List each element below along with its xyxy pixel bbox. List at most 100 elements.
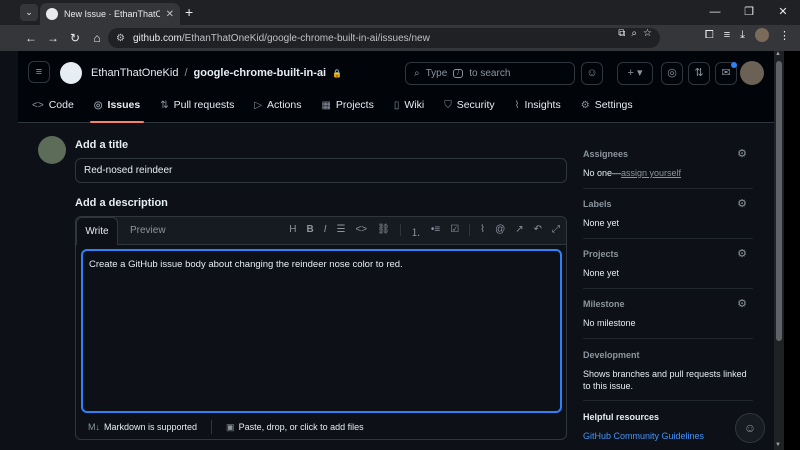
tab-security[interactable]: ⛉ Security — [444, 96, 494, 114]
resources-heading: Helpful resources — [583, 412, 660, 422]
bold-icon[interactable]: B — [306, 224, 313, 239]
pull-request-icon: ⇅ — [160, 99, 169, 111]
bookmark-star-icon[interactable]: ☆ — [643, 28, 652, 39]
repo-nav: <> Code ◎ Issues ⇅ Pull requests ▷ Actions ▦… — [32, 96, 633, 123]
toolbar-divider — [399, 224, 401, 236]
issue-icon: ◎ — [93, 99, 103, 111]
markdown-supported-link[interactable]: M↓ Markdown is supported — [88, 422, 197, 432]
heading-icon[interactable]: H — [289, 224, 296, 239]
copilot-chat-button[interactable]: ☺ — [735, 413, 765, 443]
reload-icon[interactable]: ↻ — [64, 31, 86, 45]
development-section: Development Shows branches and pull requ… — [583, 350, 753, 392]
tab-actions-label: Actions — [267, 99, 302, 111]
home-icon[interactable]: ⌂ — [86, 31, 108, 45]
attach-files-button[interactable]: ▣ Paste, drop, or click to add files — [226, 422, 364, 433]
maximize-icon[interactable]: ❐ — [732, 0, 766, 25]
page-scrollbar[interactable]: ▲ ▼ — [774, 51, 784, 450]
tab-search-button[interactable]: ⌄ — [20, 4, 38, 21]
extensions-icon[interactable]: ⧠ — [705, 29, 714, 42]
mention-icon[interactable]: @ — [495, 224, 505, 239]
tab-preview[interactable]: Preview — [130, 225, 166, 236]
menu-icon[interactable]: ≡ — [28, 61, 50, 83]
tab-pull-requests-label: Pull requests — [173, 99, 235, 111]
quote-icon[interactable]: ☰ — [337, 224, 346, 239]
attach-note: Paste, drop, or click to add files — [238, 421, 364, 432]
markdown-note: Markdown is supported — [104, 422, 198, 432]
github-logo-icon[interactable] — [60, 62, 82, 84]
tab-pull-requests[interactable]: ⇅ Pull requests — [160, 96, 234, 114]
author-avatar — [38, 136, 66, 164]
issue-title-input[interactable]: Red-nosed reindeer — [75, 158, 567, 183]
browser-tab-strip: ⌄ New Issue · EthanThatOneKid/g ✕ + — ❐ … — [0, 0, 800, 25]
browser-menu-icon[interactable]: ⋮ — [779, 29, 790, 42]
play-icon: ▷ — [254, 99, 263, 111]
projects-heading: Projects — [583, 249, 619, 259]
community-guidelines-link[interactable]: GitHub Community Guidelines — [583, 431, 753, 441]
tab-insights[interactable]: ⌇ Insights — [515, 96, 561, 114]
scrollbar-thumb[interactable] — [776, 61, 782, 341]
editor-tabs: Write Preview H B I ☰ <> ⛓ ⒈ •≡ ☑ ⌇ @ ↗ … — [76, 217, 566, 245]
url-host: github.com — [132, 32, 182, 44]
back-icon[interactable]: ← — [20, 31, 42, 45]
tab-issues[interactable]: ◎ Issues — [89, 96, 145, 123]
italic-icon[interactable]: I — [324, 224, 327, 239]
shield-icon: ⛉ — [444, 99, 452, 111]
editor-footer: M↓ Markdown is supported ▣ Paste, drop, or… — [76, 415, 566, 439]
fullscreen-icon[interactable]: ⤢ — [552, 224, 560, 239]
window-close-icon[interactable]: ✕ — [766, 0, 800, 25]
development-value: Shows branches and pull requests linked … — [583, 369, 747, 391]
browser-tab[interactable]: New Issue · EthanThatOneKid/g ✕ — [40, 3, 180, 25]
repo-owner-link[interactable]: EthanThatOneKid — [91, 67, 178, 79]
site-info-icon[interactable]: ⚙ — [116, 33, 125, 44]
new-tab-button[interactable]: + — [185, 4, 193, 20]
new-issue-page: Add a title Red-nosed reindeer Add a des… — [18, 124, 774, 450]
description-label: Add a description — [75, 197, 168, 209]
link-icon[interactable]: ⛓ — [377, 224, 390, 239]
copilot-icon[interactable]: ☺ — [581, 62, 603, 85]
search-prefix: Type — [425, 68, 448, 79]
tab-settings[interactable]: ⚙ Settings — [581, 96, 633, 114]
issue-body-textarea[interactable]: Create a GitHub issue body about changin… — [81, 249, 562, 413]
assign-yourself-link[interactable]: assign yourself — [621, 168, 681, 178]
assignees-gear-icon[interactable]: ⚙ — [737, 147, 747, 160]
pull-requests-icon[interactable]: ⇅ — [688, 62, 710, 85]
ordered-list-icon[interactable]: ⒈ — [411, 224, 421, 239]
task-list-icon[interactable]: ☑ — [450, 224, 459, 239]
unordered-list-icon[interactable]: •≡ — [431, 224, 440, 239]
user-avatar[interactable] — [740, 61, 764, 85]
tab-write[interactable]: Write — [76, 217, 118, 245]
milestone-gear-icon[interactable]: ⚙ — [737, 297, 747, 310]
tab-projects[interactable]: ▦ Projects — [321, 96, 373, 114]
title-label: Add a title — [75, 139, 129, 151]
forward-icon[interactable]: → — [42, 31, 64, 45]
reading-list-icon[interactable]: ≡ — [724, 29, 730, 41]
issues-icon[interactable]: ◎ — [661, 62, 683, 85]
close-icon[interactable]: ✕ — [166, 9, 174, 20]
scroll-down-icon[interactable]: ▼ — [775, 442, 781, 448]
search-input[interactable]: ⌕ Type / to search — [405, 62, 575, 85]
install-app-icon[interactable]: ⧉ — [618, 28, 625, 39]
reference-icon[interactable]: ↗ — [515, 224, 523, 239]
minimize-icon[interactable]: — — [698, 0, 732, 25]
zoom-icon[interactable]: ⌕ — [631, 28, 637, 39]
undo-icon[interactable]: ↶ — [534, 224, 542, 239]
labels-gear-icon[interactable]: ⚙ — [737, 197, 747, 210]
assignees-section: Assignees ⚙ No one—assign yourself — [583, 147, 753, 179]
sidebar-divider — [583, 338, 753, 339]
projects-gear-icon[interactable]: ⚙ — [737, 247, 747, 260]
tab-issues-label: Issues — [107, 99, 141, 111]
labels-heading: Labels — [583, 199, 612, 209]
tab-actions[interactable]: ▷ Actions — [254, 96, 301, 114]
profile-avatar[interactable] — [755, 28, 769, 42]
create-new-button[interactable]: + ▾ — [617, 62, 653, 85]
markdown-icon: M↓ — [88, 422, 100, 432]
scroll-up-icon[interactable]: ▲ — [775, 51, 781, 57]
tab-code[interactable]: <> Code — [32, 96, 74, 114]
code-icon[interactable]: <> — [355, 224, 367, 239]
attach-icon[interactable]: ⌇ — [480, 224, 485, 239]
address-bar[interactable]: ⚙ github.com /EthanThatOneKid/google-chr… — [108, 28, 660, 48]
tab-wiki[interactable]: ▯ Wiki — [394, 96, 424, 114]
repo-name-link[interactable]: google-chrome-built-in-ai — [194, 67, 327, 79]
code-icon: <> — [32, 99, 44, 111]
downloads-icon[interactable]: ⤓ — [740, 29, 745, 42]
